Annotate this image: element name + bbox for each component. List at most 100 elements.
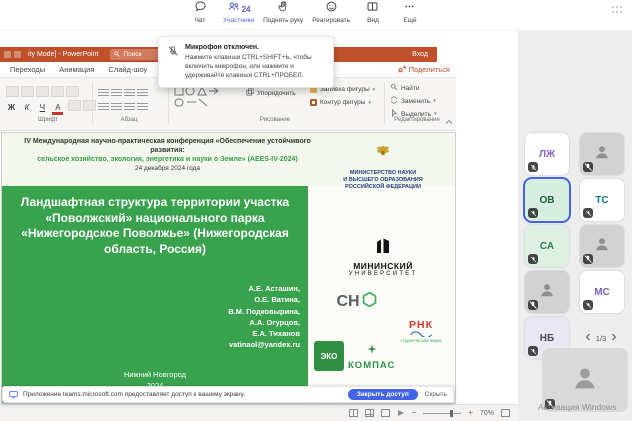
- participant-initials: НБ: [539, 332, 555, 344]
- hide-banner-button[interactable]: Скрыть: [425, 391, 447, 398]
- share-icon: [397, 64, 406, 75]
- view-icon: [366, 0, 379, 18]
- participant-tile[interactable]: ТС: [580, 179, 624, 221]
- screen-share-icon: [9, 386, 18, 404]
- more-button[interactable]: Ещё: [396, 2, 424, 24]
- grip-icon[interactable]: [612, 6, 624, 15]
- signin-button[interactable]: Вход: [412, 51, 428, 58]
- screen: Чат 24 Участники Поднять руку Реагироват…: [0, 0, 632, 421]
- pager-prev-icon[interactable]: [585, 333, 591, 343]
- participant-tile[interactable]: [580, 133, 624, 175]
- zoom-out-icon[interactable]: −: [412, 409, 417, 417]
- ministry-text: МИНИСТЕРСТВО НАУКИ И ВЫСШЕГО ОБРАЗОВАНИЯ…: [343, 170, 423, 191]
- replace-button[interactable]: Заменить ▾: [390, 96, 436, 106]
- align-controls[interactable]: [98, 98, 150, 116]
- participants-button[interactable]: 24 Участники: [223, 2, 254, 24]
- arrange-button[interactable]: Упорядочить: [246, 88, 296, 98]
- find-button[interactable]: Найти: [390, 83, 420, 93]
- compass-icon: [367, 341, 377, 359]
- university-building-icon: [374, 238, 392, 259]
- participant-tile[interactable]: [525, 271, 569, 313]
- font-color-button[interactable]: А: [52, 104, 64, 115]
- chevron-down-icon: ▾: [368, 99, 371, 106]
- participant-tile[interactable]: [580, 225, 624, 267]
- react-button[interactable]: Реагировать: [312, 1, 350, 24]
- ppt-share-button[interactable]: Поделиться: [397, 64, 450, 75]
- quick-access-icon[interactable]: [4, 51, 11, 58]
- slideshow-icon[interactable]: [397, 404, 405, 421]
- undo-icon[interactable]: [14, 51, 21, 58]
- bold-button[interactable]: Ж: [6, 103, 17, 112]
- fit-slide-icon[interactable]: [501, 409, 510, 417]
- slide-canvas[interactable]: IV Международная научно-практическая кон…: [1, 132, 456, 404]
- zoom-slider-thumb[interactable]: [449, 409, 453, 417]
- tab-animation[interactable]: Анимация: [52, 65, 101, 74]
- arrange-label: Упорядочить: [257, 89, 296, 97]
- underline-button[interactable]: Ч: [37, 103, 48, 112]
- font-style-controls: Ж К Ч А: [6, 97, 98, 115]
- participant-initials: СА: [539, 240, 555, 252]
- windows-activation-watermark: Активация Windows: [538, 402, 617, 412]
- find-icon: [390, 83, 398, 93]
- shapes-gallery[interactable]: [174, 85, 238, 113]
- group-label-paragraph: Абзац: [120, 117, 138, 123]
- raise-hand-button[interactable]: Поднять руку: [263, 0, 303, 24]
- university-name: МИНИНСКИЙ: [353, 261, 413, 271]
- arrange-icon: [246, 88, 254, 98]
- stop-sharing-button[interactable]: Закрыть доступ: [347, 389, 418, 400]
- participant-initials: ТС: [595, 194, 609, 206]
- participants-icon: [227, 0, 240, 18]
- normal-view-icon[interactable]: [348, 409, 358, 417]
- participant-initials: ОВ: [539, 194, 555, 206]
- mic-muted-icon: [583, 162, 593, 172]
- shape-outline-icon: [310, 99, 317, 106]
- screen-share-banner: Приложение teams.microsoft.com предостав…: [2, 386, 454, 403]
- chat-icon: [194, 0, 207, 18]
- mic-muted-icon: [528, 254, 538, 264]
- person-icon: [593, 143, 611, 166]
- mic-muted-icon: [528, 162, 538, 172]
- mic-muted-icon: [528, 300, 538, 310]
- eco-compass-logo: ЭКО КОМПАС: [314, 341, 395, 371]
- more-icon: [403, 0, 416, 18]
- zoom-slider[interactable]: [423, 409, 462, 417]
- group-label-editing: Редактирование: [394, 117, 440, 123]
- coat-of-arms-icon: [371, 146, 395, 167]
- mic-muted-icon: [528, 346, 538, 356]
- slide-sorter-icon[interactable]: [364, 409, 374, 417]
- replace-icon: [390, 96, 398, 106]
- tab-slideshow[interactable]: Слайд-шоу: [101, 65, 154, 74]
- view-button[interactable]: Вид: [359, 2, 387, 24]
- conference-title: IV Международная научно-практическая кон…: [24, 138, 311, 154]
- view-label: Вид: [367, 17, 379, 24]
- participants-label: Участники: [223, 17, 255, 24]
- collapse-ribbon-icon[interactable]: [444, 114, 454, 124]
- rnk-letters: РНК: [409, 319, 433, 331]
- pager-label: 1/3: [595, 333, 607, 343]
- mic-muted-icon: [583, 254, 593, 264]
- ministry-logo-block: МИНИСТЕРСТВО НАУКИ И ВЫСШЕГО ОБРАЗОВАНИЯ…: [320, 143, 446, 191]
- replace-label: Заменить: [401, 97, 431, 105]
- person-icon: [538, 281, 556, 304]
- group-label-font: Шрифт: [38, 117, 58, 123]
- tab-transitions[interactable]: Переходы: [3, 65, 52, 74]
- participant-tile[interactable]: ЛЖ: [525, 133, 569, 175]
- reading-view-icon[interactable]: [380, 409, 390, 417]
- italic-button[interactable]: К: [21, 103, 32, 112]
- raise-hand-icon: [277, 0, 290, 18]
- participant-tile-speaking[interactable]: ОВ: [525, 179, 569, 221]
- rnk-caption: студенческая наука: [400, 338, 442, 343]
- chat-button[interactable]: Чат: [186, 0, 214, 24]
- group-label-drawing: Рисование: [259, 117, 291, 123]
- participant-tile[interactable]: МС: [580, 271, 624, 313]
- participant-tile[interactable]: СА: [525, 225, 569, 267]
- slide-title: Ландшафтная структура территории участка…: [20, 195, 290, 256]
- teams-toolbar: Чат 24 Участники Поднять руку Реагироват…: [0, 0, 632, 31]
- zoom-level[interactable]: 70%: [480, 410, 494, 417]
- mic-muted-icon: [528, 208, 538, 218]
- chat-label: Чат: [194, 17, 206, 24]
- more-label: Ещё: [403, 17, 417, 24]
- pager-next-icon[interactable]: [611, 333, 617, 343]
- shape-outline-button[interactable]: Контур фигуры ▾: [310, 99, 371, 106]
- zoom-in-icon[interactable]: +: [468, 409, 473, 417]
